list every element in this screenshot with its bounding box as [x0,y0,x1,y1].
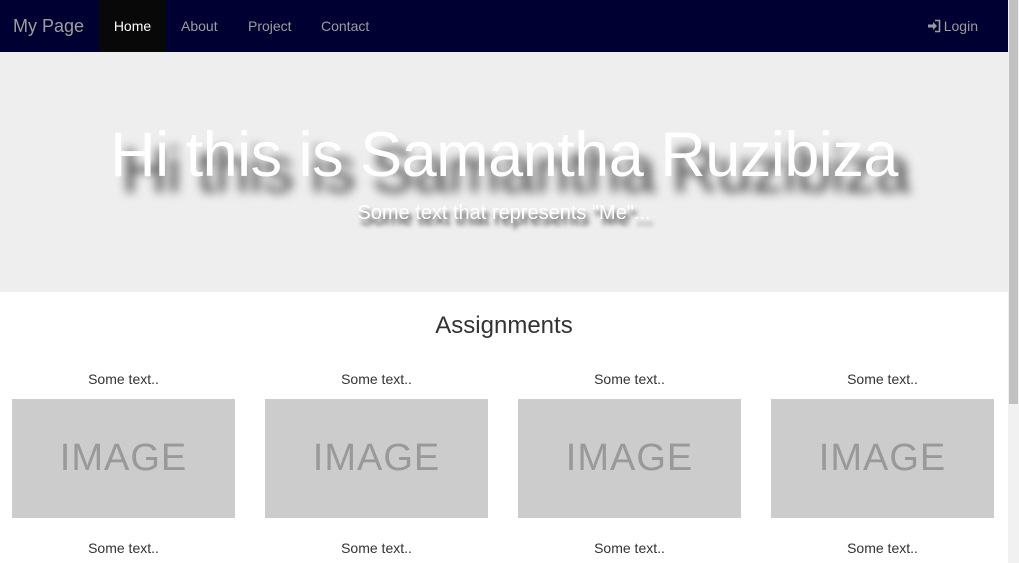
card-image-placeholder: IMAGE [771,399,994,518]
hero-banner: Hi this is Samantha Ruzibiza Some text t… [0,52,1008,292]
log-in-icon [927,19,941,33]
assignment-card: Some text.. IMAGE Some text.. [12,370,235,557]
nav-item-home[interactable]: Home [99,0,166,52]
card-caption: Some text.. [88,540,159,556]
section-title: Assignments [435,312,573,339]
card-top-text: Some text.. [594,371,665,387]
nav-item-project[interactable]: Project [248,0,292,52]
assignment-card: Some text.. IMAGE Some text.. [265,370,488,557]
vertical-scrollbar[interactable] [1008,0,1019,563]
nav-item-contact[interactable]: Contact [321,0,369,52]
card-image-placeholder: IMAGE [12,399,235,518]
assignment-card: Some text.. IMAGE Some text.. [771,370,994,557]
hero-subtitle: Some text that represents "Me"... [357,202,651,224]
card-top-text: Some text.. [341,371,412,387]
card-top-text: Some text.. [847,371,918,387]
nav-item-about[interactable]: About [181,0,218,52]
card-caption: Some text.. [594,540,665,556]
hero-title: Hi this is Samantha Ruzibiza [110,120,898,190]
login-link[interactable]: Login [927,0,978,52]
card-image-placeholder: IMAGE [518,399,741,518]
card-image-placeholder: IMAGE [265,399,488,518]
card-top-text: Some text.. [88,371,159,387]
card-caption: Some text.. [341,540,412,556]
login-label: Login [943,18,978,34]
page: My Page Home About Project Contact Login… [0,0,1008,563]
assignment-card: Some text.. IMAGE Some text.. [518,370,741,557]
brand-link[interactable]: My Page [13,0,84,52]
scrollbar-thumb[interactable] [1009,0,1018,404]
card-caption: Some text.. [847,540,918,556]
navbar: My Page Home About Project Contact Login [0,0,1008,53]
